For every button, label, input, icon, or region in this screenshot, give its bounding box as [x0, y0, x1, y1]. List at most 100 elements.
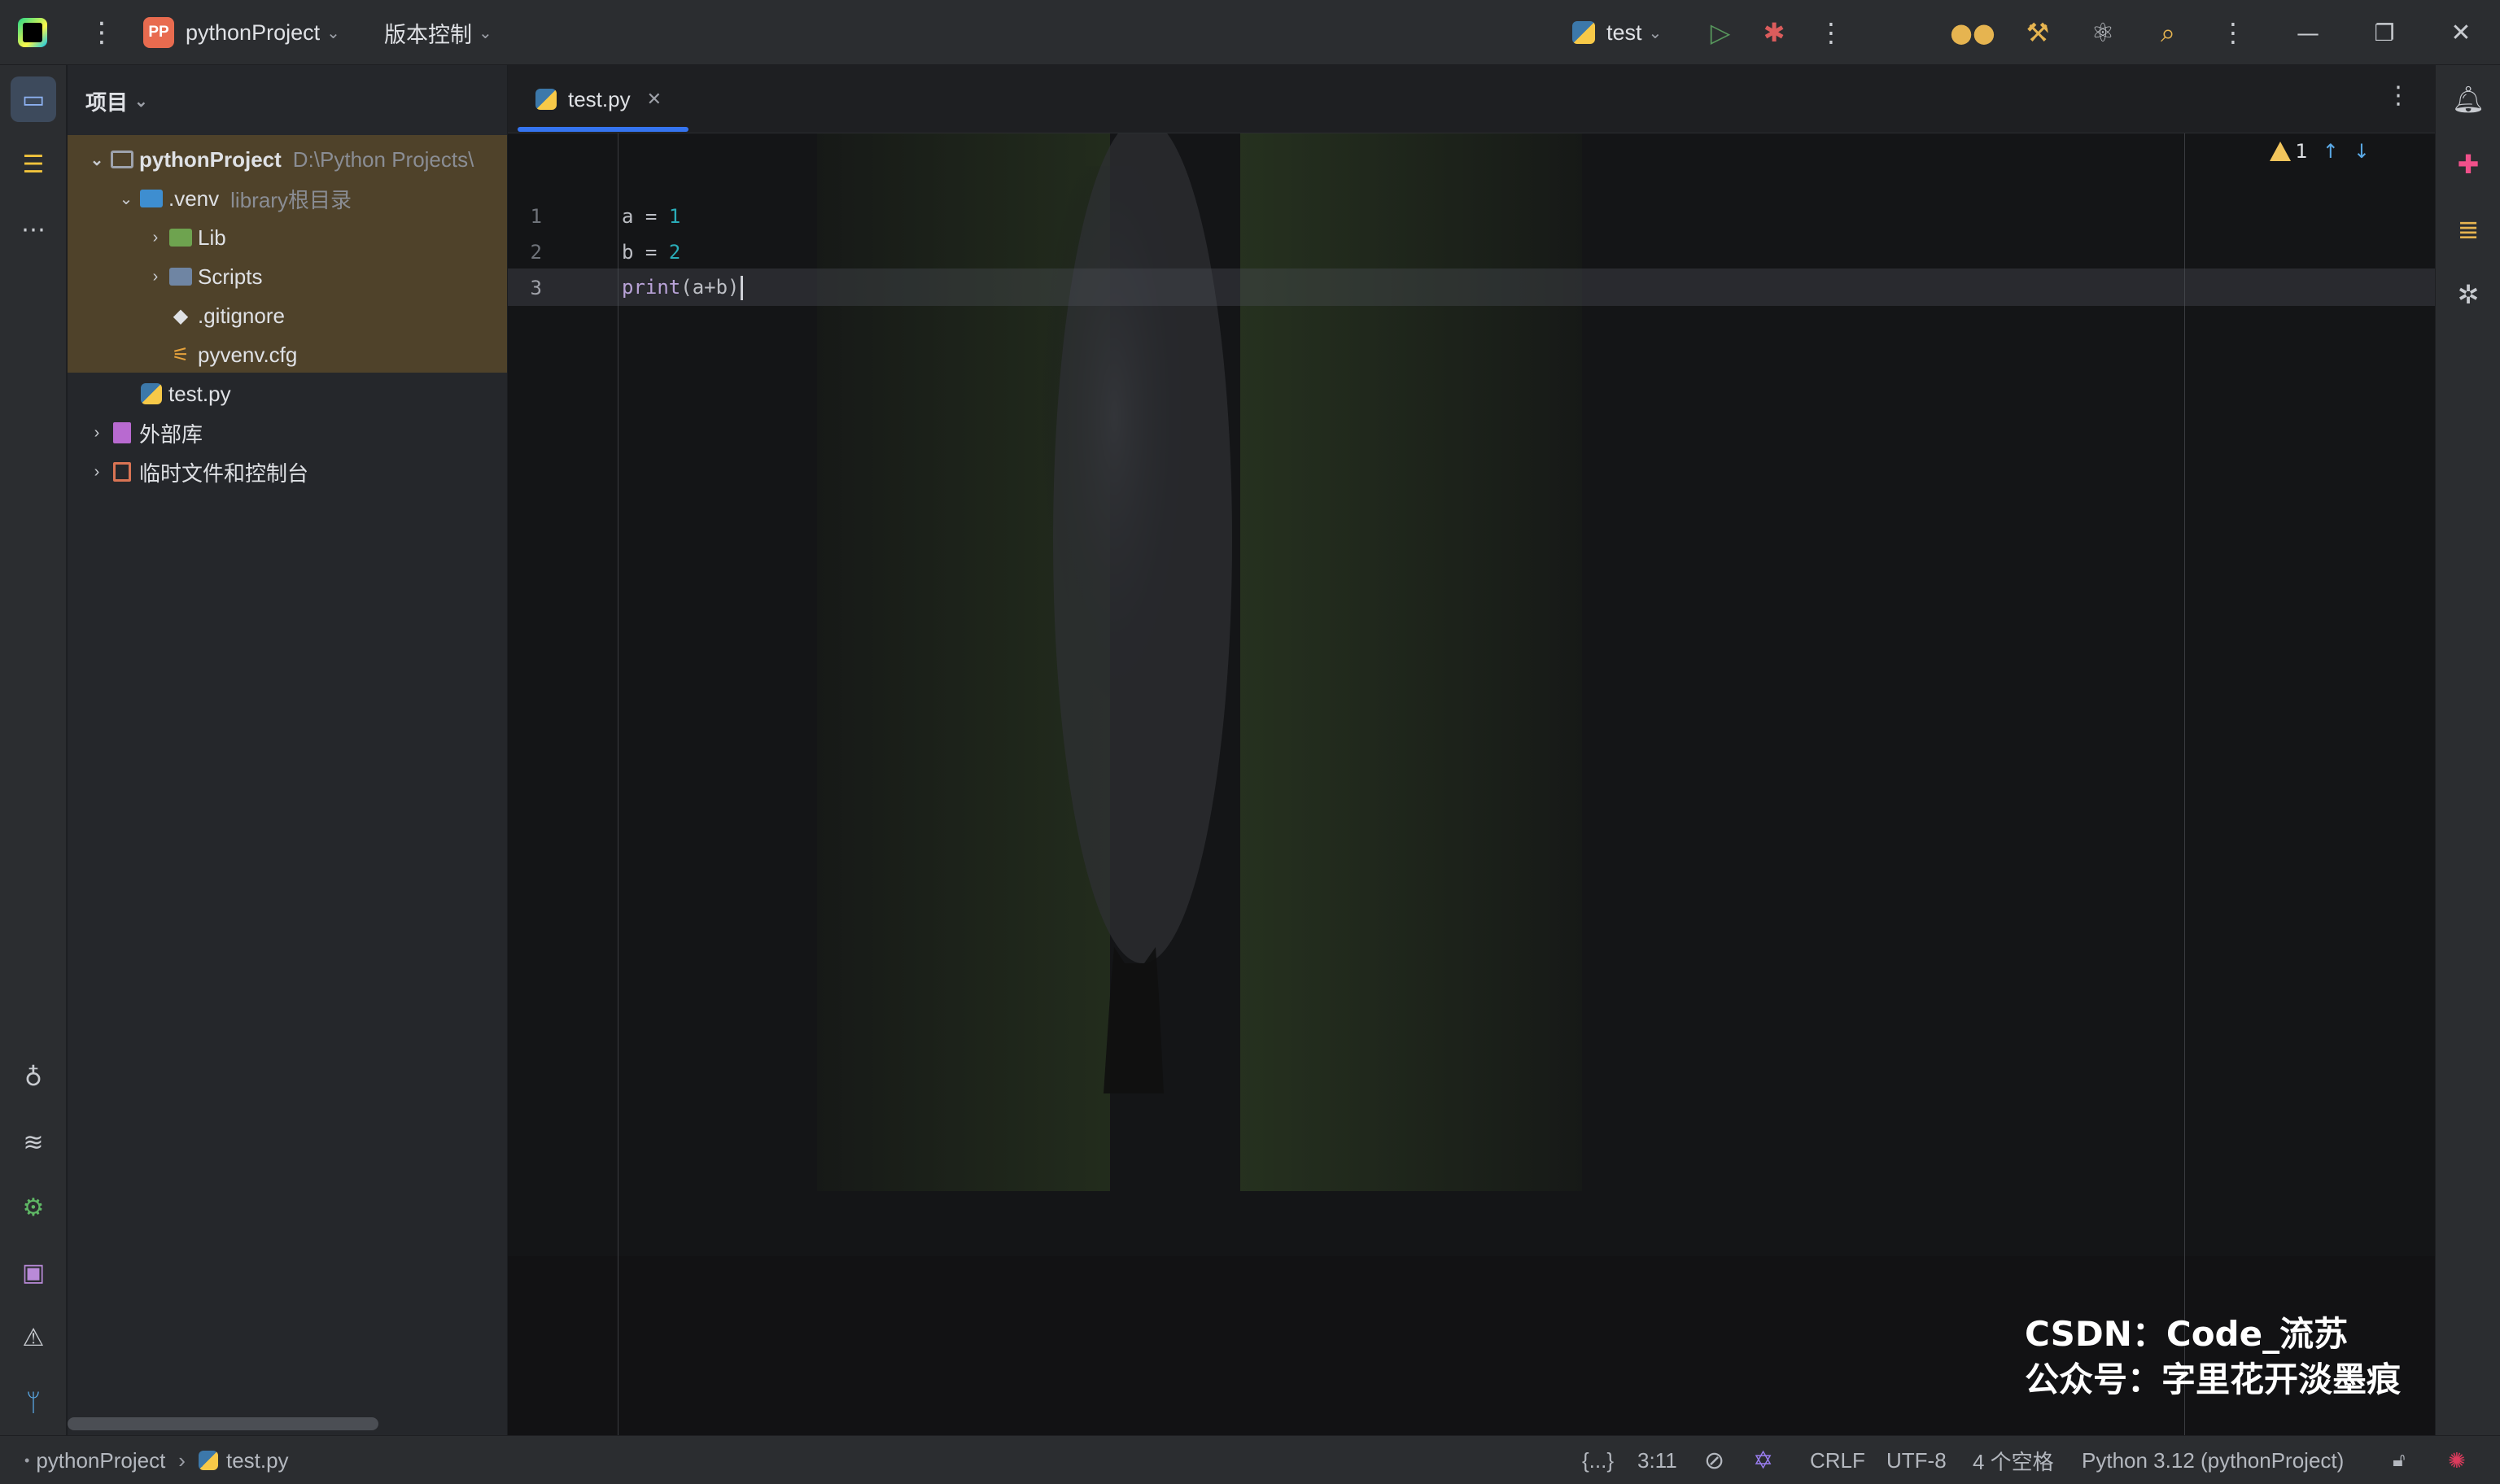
problems-icon[interactable]: ⚠: [11, 1315, 56, 1360]
debug-icon[interactable]: ✱: [1755, 0, 1794, 65]
chevron-right-icon[interactable]: ›: [144, 268, 167, 286]
terminal-icon[interactable]: ▣: [11, 1250, 56, 1295]
code-text: a = 1: [622, 205, 681, 228]
python-file-icon: [535, 89, 557, 110]
python-console-icon[interactable]: ♁: [11, 1054, 56, 1100]
project-panel-title[interactable]: 项目 ⌄: [85, 86, 148, 116]
ide-error-icon[interactable]: ✺: [2448, 1436, 2466, 1484]
chevron-down-icon[interactable]: ⌄: [115, 189, 138, 209]
cursor-position[interactable]: 3:11: [1637, 1436, 1677, 1484]
tab-label: test.py: [568, 86, 631, 111]
line-number: 1: [530, 205, 542, 228]
tree-item-gitignore[interactable]: ◆ .gitignore: [167, 296, 285, 335]
code-with-me-icon[interactable]: ●●: [1950, 0, 1995, 65]
tree-item-pyvenv-cfg[interactable]: ⚟ pyvenv.cfg: [167, 335, 297, 374]
next-highlight-icon[interactable]: ↓: [2354, 140, 2370, 163]
close-window-icon[interactable]: ✕: [2441, 0, 2480, 65]
run-icon[interactable]: ▷: [1701, 0, 1740, 65]
project-view-icon[interactable]: ▭: [11, 76, 56, 122]
tree-item-external-libraries[interactable]: › 外部库: [85, 413, 203, 452]
restore-icon[interactable]: ❐: [2365, 0, 2404, 65]
horizontal-scrollbar[interactable]: [68, 1417, 378, 1430]
structure-braces[interactable]: {...}: [1582, 1436, 1614, 1484]
breadcrumb-file[interactable]: test.py: [226, 1448, 289, 1473]
line-separator[interactable]: CRLF: [1810, 1436, 1865, 1484]
title-bar: ⋮ PP pythonProject ⌄ 版本控制 ⌄ test ⌄ ▷ ✱ ⋮…: [0, 0, 2500, 65]
warning-indicator[interactable]: 1: [2269, 140, 2308, 163]
python-interpreter[interactable]: Python 3.12 (pythonProject): [2082, 1436, 2344, 1484]
tree-item-label: .gitignore: [198, 303, 285, 328]
tools-icon[interactable]: ⚒: [2018, 0, 2057, 65]
file-encoding[interactable]: UTF-8: [1886, 1436, 1947, 1484]
tree-item-venv[interactable]: ⌄ .venv library根目录: [115, 179, 352, 218]
project-panel: 项目 ⌄ ⌄ pythonProject D:\Python Projects\…: [68, 65, 507, 1435]
breadcrumb: • pythonProject › test.py: [24, 1436, 289, 1484]
tree-item-hint: library根目录: [230, 187, 352, 212]
warning-count: 1: [2295, 140, 2308, 163]
chevron-down-icon: ⌄: [479, 23, 492, 42]
more-actions-icon[interactable]: ⋮: [1812, 0, 1851, 65]
watermark: CSDN：Code_流苏 公众号：字里花开淡墨痕: [2025, 1312, 2401, 1403]
git-icon[interactable]: ᛘ: [11, 1380, 56, 1425]
close-tab-icon[interactable]: ✕: [647, 89, 662, 110]
chevron-down-icon[interactable]: ⌄: [85, 150, 108, 170]
project-badge: PP: [143, 17, 174, 48]
run-config-label: test: [1606, 20, 1642, 45]
venv-folder-icon: [138, 186, 165, 211]
minimize-icon[interactable]: —: [2288, 0, 2327, 65]
ai-assistant-icon[interactable]: ⚛: [2083, 0, 2122, 65]
tree-item-lib[interactable]: › Lib: [144, 218, 226, 257]
code-line-2[interactable]: 2 b = 2: [508, 234, 681, 270]
search-icon[interactable]: ⌕: [2148, 0, 2188, 65]
tab-test-py[interactable]: test.py ✕: [518, 65, 688, 133]
structure-icon[interactable]: ☰: [11, 142, 56, 187]
main-menu-icon[interactable]: ⋮: [88, 0, 116, 65]
chevron-right-icon[interactable]: ›: [85, 424, 108, 443]
tab-options-icon[interactable]: ⋮: [2386, 81, 2410, 110]
code-text: b = 2: [622, 241, 681, 264]
more-tools-icon[interactable]: ⋯: [11, 207, 56, 252]
tree-item-test-py[interactable]: test.py: [138, 374, 231, 413]
line-number: 2: [530, 241, 542, 264]
tree-item-pythonproject[interactable]: ⌄ pythonProject D:\Python Projects\: [85, 140, 474, 179]
tree-item-label: pyvenv.cfg: [198, 342, 298, 367]
notifications-icon[interactable]: 🔔︎: [2445, 76, 2491, 122]
watermark-line-1: CSDN：Code_流苏: [2025, 1314, 2349, 1354]
chevron-right-icon[interactable]: ›: [144, 229, 167, 247]
database-icon[interactable]: ≣: [2445, 207, 2491, 252]
indent-setting[interactable]: 4 个空格: [1973, 1436, 2054, 1484]
previous-highlight-icon[interactable]: ↑: [2323, 140, 2339, 163]
plugin-icon[interactable]: ✚: [2445, 142, 2491, 187]
inspection-widget[interactable]: 1 ↑ ↓: [2269, 140, 2370, 163]
code-line-1[interactable]: 1 a = 1: [508, 199, 681, 234]
ai-chat-icon[interactable]: ✲: [2445, 272, 2491, 317]
services-icon[interactable]: ⚙: [11, 1185, 56, 1230]
text-caret: [740, 276, 743, 300]
gitignore-icon: ◆: [173, 304, 189, 327]
watermark-line-2: 公众号：字里花开淡墨痕: [2025, 1360, 2402, 1399]
config-file-icon: ⚟: [172, 343, 190, 366]
python-packages-icon[interactable]: ≋: [11, 1120, 56, 1165]
active-tab-indicator: [518, 127, 688, 132]
settings-menu-icon[interactable]: ⋮: [2214, 0, 2253, 65]
readonly-toggle-icon[interactable]: ⊘: [1704, 1436, 1724, 1484]
current-line-highlight: [508, 268, 2435, 306]
tree-item-label: 临时文件和控制台: [139, 460, 309, 486]
tree-item-label: Scripts: [198, 264, 263, 289]
external-libraries-icon: [108, 421, 136, 445]
tree-item-scripts[interactable]: › Scripts: [144, 257, 263, 296]
code-line-3[interactable]: 3 print(a+b): [508, 270, 743, 306]
pycharm-logo-icon[interactable]: [18, 18, 47, 47]
dot-icon: •: [24, 1451, 30, 1469]
chevron-right-icon[interactable]: ›: [85, 463, 108, 482]
chevron-down-icon: ⌄: [134, 93, 148, 111]
python-icon: [1572, 21, 1595, 44]
tree-item-scratches[interactable]: › 临时文件和控制台: [85, 452, 308, 491]
ai-status-icon[interactable]: ✡: [1753, 1436, 1773, 1484]
vcs-menu[interactable]: 版本控制 ⌄: [384, 0, 492, 65]
scratches-icon: [108, 460, 136, 484]
breadcrumb-project[interactable]: pythonProject: [36, 1448, 165, 1473]
project-switcher[interactable]: PP pythonProject ⌄: [143, 0, 340, 65]
run-config-selector[interactable]: test ⌄: [1572, 0, 1662, 65]
lock-icon[interactable]: 🔓︎: [2393, 1436, 2406, 1484]
